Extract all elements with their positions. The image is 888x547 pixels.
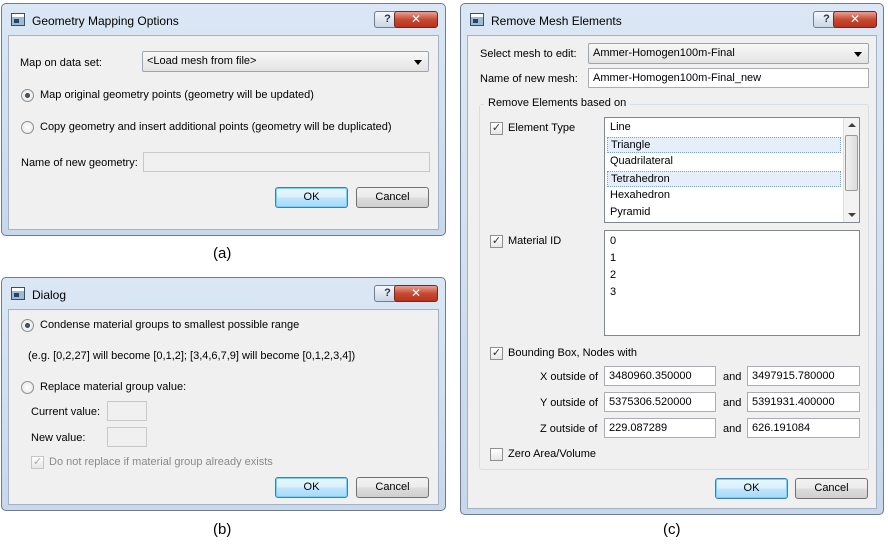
cancel-button[interactable]: Cancel (356, 477, 429, 498)
title-bar[interactable]: Geometry Mapping Options ? ✕ (2, 4, 445, 34)
z-outside-label: Z outside of (540, 423, 598, 435)
select-mesh-select[interactable]: Ammer-Homogen100m-Final (588, 43, 869, 64)
ok-button[interactable]: OK (275, 477, 348, 498)
map-on-dataset-value: <Load mesh from file> (147, 55, 257, 67)
dialog-title: Dialog (32, 288, 67, 302)
x-max-input[interactable]: 3497915.780000 (747, 366, 860, 386)
app-window-icon (470, 13, 484, 26)
map-original-label[interactable]: Map original geometry points (geometry w… (40, 89, 314, 101)
element-type-list[interactable]: Line Triangle Quadrilateral Tetrahedron … (604, 117, 860, 223)
dialog-client-area: Map on data set: <Load mesh from file> M… (8, 35, 439, 230)
new-mesh-name-input[interactable]: Ammer-Homogen100m-Final_new (588, 68, 869, 88)
list-item[interactable]: Quadrilateral (607, 154, 841, 170)
z-min-input[interactable]: 229.087289 (604, 418, 716, 438)
group-title: Remove Elements based on (484, 97, 631, 109)
current-value-input[interactable] (107, 401, 147, 421)
list-item[interactable]: 2 (607, 268, 616, 284)
list-item[interactable]: Tetrahedron (607, 171, 841, 187)
new-geometry-name-label: Name of new geometry: (21, 157, 138, 169)
copy-geometry-radio[interactable] (21, 121, 34, 134)
map-on-dataset-label: Map on data set: (20, 57, 102, 69)
remove-mesh-elements-dialog: Remove Mesh Elements ? ✕ Select mesh to … (460, 3, 884, 515)
dialog-title: Remove Mesh Elements (491, 14, 622, 28)
new-geometry-name-input[interactable] (143, 152, 430, 172)
x-outside-label: X outside of (540, 371, 599, 383)
y-min-input[interactable]: 5375306.520000 (604, 392, 716, 412)
and-label: and (723, 397, 742, 409)
dialog-client-area: Select mesh to edit: Ammer-Homogen100m-F… (467, 35, 877, 509)
close-button[interactable]: ✕ (394, 285, 438, 302)
geometry-mapping-dialog: Geometry Mapping Options ? ✕ Map on data… (1, 3, 446, 236)
element-type-label[interactable]: Element Type (508, 122, 575, 134)
condense-material-dialog: Dialog ? ✕ Condense material groups to s… (1, 277, 446, 511)
current-value-label: Current value: (31, 406, 101, 418)
scroll-down-icon[interactable] (848, 213, 856, 217)
app-window-icon (11, 287, 25, 300)
new-value-input[interactable] (107, 427, 147, 447)
replace-radio[interactable] (21, 381, 34, 394)
material-id-list[interactable]: 0 1 2 3 (604, 230, 860, 336)
select-mesh-value: Ammer-Homogen100m-Final (593, 47, 735, 59)
cancel-button[interactable]: Cancel (795, 478, 868, 499)
list-item[interactable]: Triangle (607, 137, 841, 153)
bounding-box-checkbox[interactable]: ✓ (490, 347, 503, 360)
do-not-replace-label[interactable]: Do not replace if material group already… (49, 456, 273, 468)
cancel-button[interactable]: Cancel (356, 187, 429, 208)
and-label: and (723, 371, 742, 383)
dropdown-arrow-icon (414, 60, 422, 65)
bounding-box-label[interactable]: Bounding Box, Nodes with (508, 347, 637, 359)
material-id-checkbox[interactable]: ✓ (490, 235, 503, 248)
copy-geometry-label[interactable]: Copy geometry and insert additional poin… (40, 121, 392, 133)
and-label: and (723, 423, 742, 435)
condense-example-text: (e.g. [0,2,27] will become [0,1,2]; [3,4… (28, 350, 356, 362)
scrollbar-thumb[interactable] (845, 135, 858, 191)
element-type-scrollbar[interactable] (843, 118, 859, 222)
ok-button[interactable]: OK (715, 478, 788, 499)
replace-label[interactable]: Replace material group value: (40, 381, 186, 393)
z-max-input[interactable]: 626.191084 (747, 418, 860, 438)
map-on-dataset-select[interactable]: <Load mesh from file> (142, 51, 429, 72)
zero-area-label[interactable]: Zero Area/Volume (508, 448, 596, 460)
list-item[interactable]: Hexahedron (607, 188, 841, 204)
new-value-label: New value: (31, 432, 86, 444)
zero-area-checkbox[interactable] (490, 448, 503, 461)
y-outside-label: Y outside of (540, 397, 598, 409)
close-button[interactable]: ✕ (833, 11, 877, 28)
ok-button[interactable]: OK (275, 187, 348, 208)
element-type-checkbox[interactable]: ✓ (490, 122, 503, 135)
caption-b: (b) (213, 521, 232, 538)
caption-a: (a) (213, 245, 232, 262)
title-bar[interactable]: Remove Mesh Elements ? ✕ (461, 4, 883, 34)
material-id-label[interactable]: Material ID (508, 235, 561, 247)
map-original-radio[interactable] (21, 89, 34, 102)
dialog-client-area: Condense material groups to smallest pos… (8, 309, 439, 505)
caption-c: (c) (663, 521, 681, 538)
list-item[interactable]: 3 (607, 285, 616, 301)
condense-radio[interactable] (21, 319, 34, 332)
list-item[interactable]: Line (607, 120, 841, 136)
do-not-replace-checkbox[interactable]: ✓ (31, 456, 44, 469)
y-max-input[interactable]: 5391931.400000 (747, 392, 860, 412)
list-item[interactable]: 0 (607, 234, 616, 250)
condense-label[interactable]: Condense material groups to smallest pos… (40, 319, 299, 331)
x-min-input[interactable]: 3480960.350000 (604, 366, 716, 386)
dialog-title: Geometry Mapping Options (32, 14, 179, 28)
scroll-up-icon[interactable] (848, 123, 856, 127)
select-mesh-label: Select mesh to edit: (480, 48, 577, 60)
close-button[interactable]: ✕ (394, 11, 438, 28)
app-window-icon (11, 13, 25, 26)
list-item[interactable]: Pyramid (607, 205, 841, 221)
new-mesh-name-label: Name of new mesh: (480, 73, 578, 85)
title-bar[interactable]: Dialog ? ✕ (2, 278, 445, 308)
dropdown-arrow-icon (854, 52, 862, 57)
list-item[interactable]: 1 (607, 251, 616, 267)
